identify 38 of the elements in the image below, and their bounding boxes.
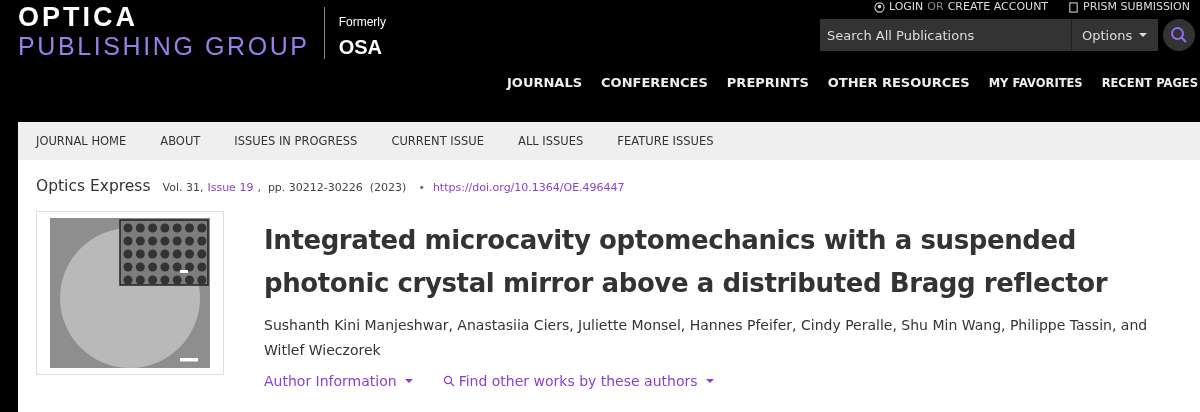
volume-text: Vol. 31, — [162, 181, 204, 194]
osa-wordmark[interactable]: OSA — [338, 36, 386, 59]
article-title: Integrated microcavity optomechanics with a suspended photonic crystal mirror above a distributed Bragg reflector — [264, 224, 1109, 300]
search-icon — [442, 375, 455, 387]
search-field[interactable]: Search All Publications — [820, 19, 1072, 51]
account-link[interactable]: LOGIN — [888, 1, 924, 13]
journal-nav-link[interactable]: ALL ISSUES — [518, 134, 584, 148]
or-text: OR — [927, 1, 944, 13]
journal-name[interactable]: Optics Express — [36, 177, 151, 195]
nav-link[interactable]: JOURNALS — [507, 75, 583, 90]
document-icon — [1068, 1, 1080, 13]
formerly-label: Formerly — [338, 15, 386, 29]
bullet-separator: • — [418, 181, 425, 194]
nav-link[interactable]: OTHER RESOURCES — [827, 75, 970, 90]
journal-nav-link[interactable]: CURRENT ISSUE — [391, 134, 485, 148]
nav-link[interactable]: MY FAVORITES — [988, 76, 1083, 90]
doi-link[interactable]: https://doi.org/10.1364/OE.496447 — [432, 181, 625, 194]
issue-link[interactable]: Issue 19 — [207, 181, 254, 194]
figure-thumbnail[interactable] — [36, 211, 224, 375]
search-icon — [1170, 26, 1188, 44]
author-list: Sushanth Kini Manjeshwar, Anastasiia Ciers, Juliette Monsel, Hannes Pfeifer, Cindy Peralle, Shu Min Wang, Philippe Tassin, and Witlef Wieczorek — [264, 313, 1164, 363]
user-icon — [873, 1, 885, 13]
search-button[interactable] — [1163, 19, 1195, 51]
journal-nav-link[interactable]: ISSUES IN PROGRESS — [234, 134, 358, 148]
journal-nav-link[interactable]: JOURNAL HOME — [36, 134, 127, 148]
nav-link[interactable]: CONFERENCES — [601, 75, 708, 90]
pages-text: , pp. 30212-30226 (2023) — [257, 181, 407, 194]
journal-nav-link[interactable]: ABOUT — [160, 134, 201, 148]
find-works-dropdown[interactable]: Find other works by these authors — [442, 373, 714, 389]
account-link[interactable]: CREATE ACCOUNT — [947, 1, 1049, 13]
account-link[interactable]: PRISM SUBMISSION — [1083, 1, 1190, 13]
author-information-dropdown[interactable]: Author Information — [264, 373, 413, 389]
options-dropdown[interactable]: Options — [1072, 19, 1158, 51]
logo-wordmark[interactable]: OPTICA — [18, 3, 310, 31]
logo-subtitle[interactable]: PUBLISHING GROUP — [18, 31, 310, 61]
nav-link[interactable]: PREPRINTS — [726, 75, 809, 90]
journal-nav-link[interactable]: FEATURE ISSUES — [617, 134, 714, 148]
nav-link[interactable]: RECENT PAGES — [1101, 76, 1198, 90]
